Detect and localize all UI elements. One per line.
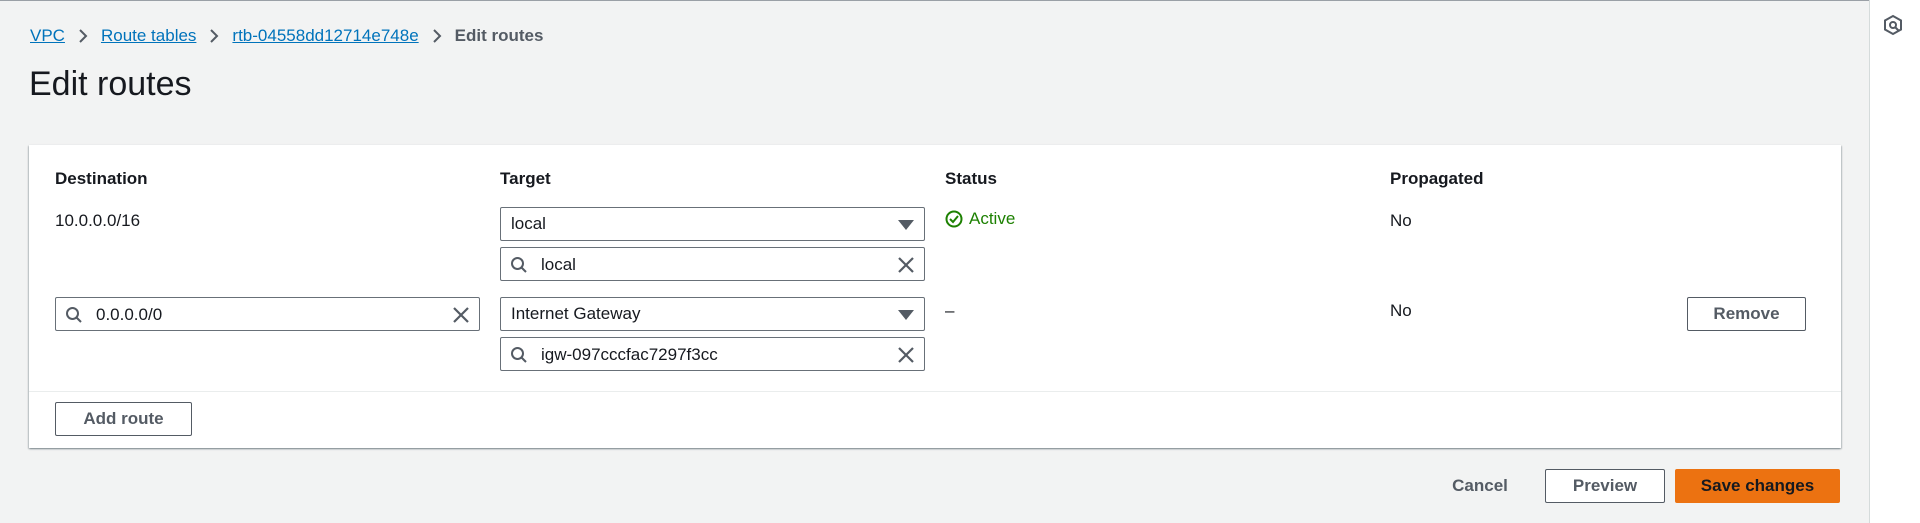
breadcrumb-vpc[interactable]: VPC [30,26,65,46]
header-destination: Destination [55,169,148,188]
search-icon [511,257,527,273]
search-icon [66,307,82,323]
destination-input-value: 0.0.0.0/0 [96,305,163,324]
header-status: Status [945,169,997,188]
status-text: Active [969,209,1016,228]
target-search-input[interactable]: igw-097cccfac7297f3cc [500,337,925,371]
page-title: Edit routes [29,65,192,103]
search-icon [511,347,527,363]
right-rail [1869,0,1920,523]
chevron-right-icon [65,28,101,44]
target-search-input[interactable]: local [500,247,925,281]
destination-value: 10.0.0.0/16 [55,211,141,230]
caret-down-icon [898,310,914,320]
target-type-value: Internet Gateway [511,304,641,323]
routes-container: Destination Target Status Propagated 10.… [29,145,1841,448]
status-badge: Active [945,209,1015,229]
settings-hexagon-icon[interactable] [1882,14,1904,36]
check-circle-icon [945,210,963,228]
main-content: VPC Route tables rtb-04558dd12714e748e E… [0,0,1869,523]
save-changes-button[interactable]: Save changes [1675,469,1840,503]
target-type-select[interactable]: Internet Gateway [500,297,925,331]
status-text: – [945,301,955,320]
close-icon[interactable] [451,305,471,325]
target-search-value: local [541,255,576,274]
chevron-right-icon [419,28,455,44]
breadcrumb-route-table-id[interactable]: rtb-04558dd12714e748e [232,26,418,46]
propagated-value: No [1390,301,1412,320]
header-propagated: Propagated [1390,169,1484,188]
close-icon[interactable] [896,345,916,365]
header-target: Target [500,169,551,188]
caret-down-icon [898,220,914,230]
breadcrumb-current: Edit routes [454,26,544,45]
breadcrumb-route-tables[interactable]: Route tables [101,26,196,46]
destination-input[interactable]: 0.0.0.0/0 [55,297,480,331]
divider [29,391,1841,392]
remove-route-button[interactable]: Remove [1687,297,1806,331]
close-icon[interactable] [896,255,916,275]
target-search-value: igw-097cccfac7297f3cc [541,345,718,364]
cancel-button[interactable]: Cancel [1440,469,1520,503]
propagated-value: No [1390,211,1412,230]
add-route-button[interactable]: Add route [55,402,192,436]
chevron-right-icon [196,28,232,44]
breadcrumb: VPC Route tables rtb-04558dd12714e748e E… [30,25,543,47]
preview-button[interactable]: Preview [1545,469,1665,503]
target-type-value: local [511,214,546,233]
target-type-select[interactable]: local [500,207,925,241]
